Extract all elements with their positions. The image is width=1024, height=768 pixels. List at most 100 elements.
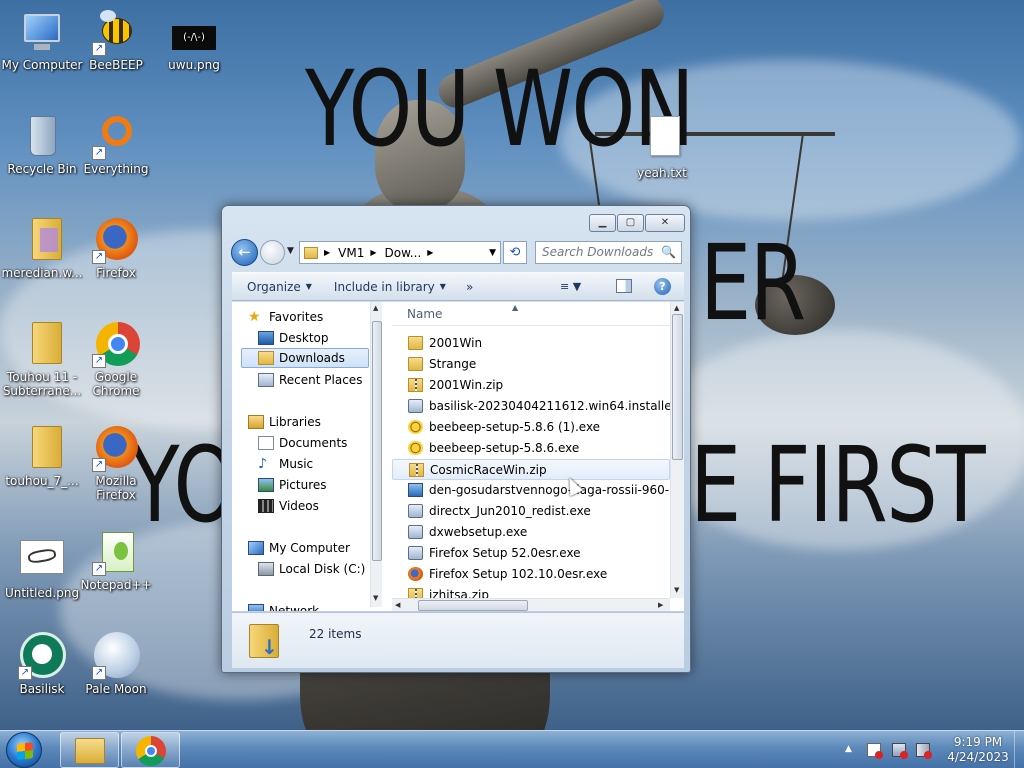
nav-local-disk-c[interactable]: Local Disk (C:) [258,559,365,579]
preview-pane-button[interactable] [616,279,632,293]
nav-desktop[interactable]: Desktop [258,328,329,348]
breadcrumb-separator[interactable]: ▶ [324,248,330,257]
desktop-icon-basilisk[interactable]: ↗ Basilisk [0,632,84,696]
desktop-icon-beebeep[interactable]: ↗ BeeBEEP [74,8,158,72]
minimize-button[interactable]: ▁ [589,214,616,232]
desktop-icon-touhou-11[interactable]: Touhou 11 - Subterrane... [0,320,84,398]
file-row[interactable]: CosmicRaceWin.zip [392,459,670,480]
show-hidden-icons-button[interactable]: ▲ [845,744,852,754]
scroll-down-icon[interactable]: ▼ [674,586,679,594]
refresh-icon: ⟲ [509,245,521,260]
hard-disk-icon [258,562,274,576]
nav-documents[interactable]: Documents [258,433,347,453]
file-row[interactable]: Firefox Setup 52.0esr.exe [392,543,670,564]
file-list-horizontal-scrollbar[interactable]: ◀ ▶ [392,598,670,611]
recent-pages-dropdown[interactable]: ▼ [287,246,294,256]
scrollbar-thumb[interactable] [672,314,683,460]
search-icon[interactable]: 🔍 [661,242,676,263]
search-input[interactable]: Search Downloads 🔍 [535,241,682,264]
address-dropdown-icon[interactable]: ▼ [489,248,496,258]
desktop-icon-touhou-7[interactable]: touhou_7_... [0,424,84,488]
shortcut-arrow-icon: ↗ [92,42,106,56]
nav-libraries[interactable]: Libraries [248,412,321,432]
scroll-left-icon[interactable]: ◀ [395,601,400,609]
file-row[interactable]: Firefox Setup 102.10.0esr.exe [392,564,670,585]
executable-icon [408,504,423,518]
file-row[interactable]: Strange [392,354,670,375]
file-name: 2001Win.zip [429,378,504,392]
nav-music[interactable]: ♪ Music [258,454,313,474]
file-name: Firefox Setup 52.0esr.exe [429,546,581,560]
navigation-pane-scrollbar[interactable]: ▲ ▼ [370,302,382,607]
file-row[interactable]: dxwebsetup.exe [392,522,670,543]
maximize-button[interactable]: ▢ [617,214,644,232]
file-row[interactable]: basilisk-20230404211612.win64.installer.… [392,396,670,417]
change-view-button[interactable]: ≡ ▼ [560,280,581,293]
file-row[interactable]: directx_Jun2010_redist.exe [392,501,670,522]
desktop-icon-mozilla-firefox[interactable]: ↗ Mozilla Firefox [74,424,158,502]
desktop-icon-my-computer[interactable]: My Computer [0,8,84,72]
scroll-up-icon[interactable]: ▲ [373,304,378,312]
back-button[interactable]: ← [231,239,258,266]
clock-date: 4/24/2023 [947,750,1009,764]
desktop-icon-pale-moon[interactable]: ↗ Pale Moon [74,632,158,696]
column-header-name[interactable]: Name ▲ [392,302,670,326]
scrollbar-thumb[interactable] [418,600,528,611]
file-row[interactable]: beebeep-setup-5.8.6.exe [392,438,670,459]
desktop-icon-yeah-txt[interactable]: yeah.txt [620,116,704,180]
desktop-icon-meredian[interactable]: meredian.w... [0,216,84,280]
taskbar-chrome-button[interactable] [121,732,180,768]
libraries-icon [248,415,264,429]
nav-videos[interactable]: Videos [258,496,319,516]
taskbar-explorer-button[interactable] [60,732,119,768]
more-commands-button[interactable]: » [466,280,473,294]
nav-recent-places[interactable]: Recent Places [258,370,362,390]
breadcrumb-separator[interactable]: ▶ [370,248,376,257]
search-placeholder: Search Downloads [542,245,654,259]
scroll-right-icon[interactable]: ▶ [658,601,663,609]
file-row[interactable]: 2001Win.zip [392,375,670,396]
desktop-icon-untitled-png[interactable]: Untitled.png [0,536,84,600]
breadcrumb-separator[interactable]: ▶ [427,248,433,257]
breadcrumb-downloads[interactable]: Dow... [385,246,422,260]
scrollbar-thumb[interactable] [372,321,382,561]
desktop-icon-uwu-png[interactable]: (-/\-) uwu.png [152,8,236,72]
system-clock[interactable]: 9:19 PM 4/24/2023 [938,735,1018,765]
file-row[interactable]: beebeep-setup-5.8.6 (1).exe [392,417,670,438]
help-button[interactable]: ? [654,278,671,295]
file-row[interactable]: 2001Win [392,333,670,354]
sort-ascending-icon: ▲ [512,303,519,312]
desktop-icon-google-chrome[interactable]: ↗ Google Chrome [74,320,158,398]
file-list-vertical-scrollbar[interactable]: ▲ ▼ [670,302,684,598]
address-bar[interactable]: ▶ VM1 ▶ Dow... ▶ ▼ [299,241,501,264]
chevron-down-icon: ▼ [287,246,294,256]
computer-icon [248,541,264,555]
breadcrumb-vm1[interactable]: VM1 [338,246,364,260]
include-in-library-button[interactable]: Include in library ▼ [334,280,446,294]
action-center-flag-icon[interactable] [867,743,883,759]
scroll-up-icon[interactable]: ▲ [674,304,679,312]
volume-muted-icon[interactable] [916,743,932,759]
nav-my-computer[interactable]: My Computer [248,538,350,558]
nav-pictures[interactable]: Pictures [258,475,327,495]
start-button[interactable] [6,732,42,768]
desktop-icon-everything[interactable]: ↗ Everything [74,112,158,176]
firefox-icon [408,567,423,581]
network-status-icon[interactable] [892,743,908,759]
chevron-down-icon: ▼ [439,282,446,291]
desktop-icon-notepadpp[interactable]: ↗ Notepad++ [74,528,158,592]
show-desktop-button[interactable] [1014,731,1024,768]
organize-button[interactable]: Organize ▼ [247,280,312,294]
close-button[interactable]: ✕ [645,214,685,232]
nav-favorites[interactable]: ★ Favorites [248,307,323,327]
nav-downloads[interactable]: Downloads [241,348,369,368]
explorer-window[interactable]: ▁ ▢ ✕ ← ▼ ▶ VM1 ▶ Dow... ▶ ▼ ⟲ Search Do… [221,205,691,673]
refresh-button[interactable]: ⟲ [503,241,527,264]
forward-button[interactable] [260,240,285,265]
scroll-down-icon[interactable]: ▼ [373,594,378,602]
desktop-icon-recycle-bin[interactable]: Recycle Bin [0,112,84,176]
desktop-icon-firefox[interactable]: ↗ Firefox [74,216,158,280]
file-row[interactable]: den-gosudarstvennogo-flaga-rossii-960-..… [392,480,670,501]
nav-network[interactable]: Network [248,601,319,611]
file-name: basilisk-20230404211612.win64.installer.… [429,399,670,413]
